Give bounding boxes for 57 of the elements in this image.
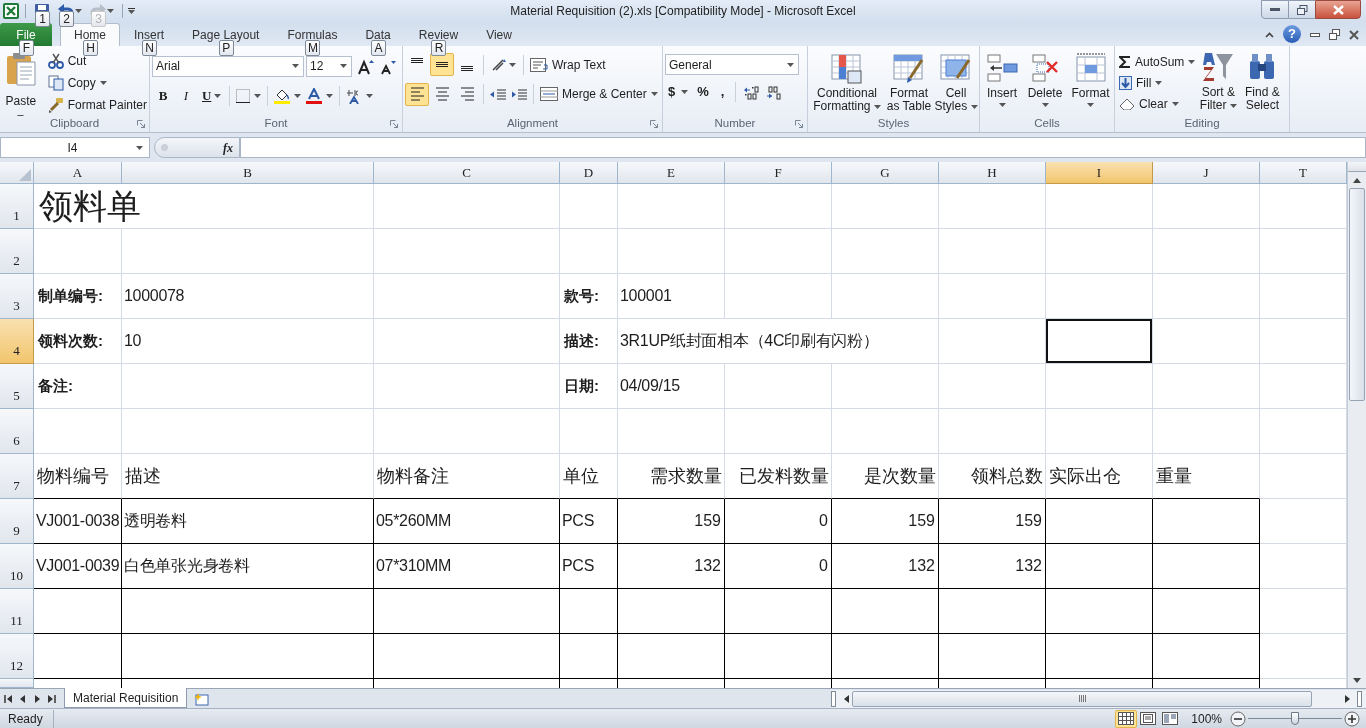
- keytip-tooltip: H: [83, 40, 98, 56]
- keytip-tooltip: 3: [91, 11, 106, 27]
- sheet-title: 领料单: [39, 186, 141, 227]
- cell-value: 10: [124, 331, 142, 351]
- cell-value: 159: [694, 511, 721, 531]
- keytip-tooltip: N: [142, 40, 157, 56]
- column-heading: 单位: [563, 464, 599, 488]
- column-heading: 重量: [1156, 464, 1192, 488]
- cell-value: VJ001-0038: [36, 511, 120, 531]
- group-label: Editing: [1184, 116, 1220, 132]
- group-label: Styles: [877, 116, 910, 132]
- keytip-tooltip: P: [218, 40, 234, 56]
- field-label: 款号:: [564, 285, 599, 306]
- cell-value: PCS: [562, 511, 594, 531]
- keytip-tooltip: A: [371, 40, 387, 56]
- field-label: 描述:: [564, 330, 599, 351]
- cell-value: 159: [908, 511, 935, 531]
- cell-value: 132: [1015, 556, 1042, 576]
- cell-value: 0: [819, 511, 828, 531]
- cell-value: 132: [694, 556, 721, 576]
- column-heading: 实际出仓: [1049, 464, 1121, 488]
- cell-value: 159: [1015, 511, 1042, 531]
- column-heading: 领料总数: [971, 464, 1043, 488]
- keytip-tooltip: F: [19, 40, 34, 56]
- keytip-tooltip: R: [431, 40, 447, 56]
- cell-value: 05*260MM: [376, 511, 451, 531]
- window-title: Material Requisition (2).xls [Compatibility Mode] - Microsoft Excel: [510, 3, 856, 20]
- group-label: Alignment: [506, 116, 559, 132]
- column-heading: 是次数量: [864, 464, 936, 488]
- cell-value: 132: [908, 556, 935, 576]
- group-label: Number: [714, 116, 756, 132]
- column-heading: 描述: [125, 464, 161, 488]
- field-label: 制单编号:: [38, 285, 103, 306]
- column-heading: 已发料数量: [739, 464, 829, 488]
- column-heading: 物料备注: [377, 464, 449, 488]
- cell-value: 100001: [620, 286, 672, 306]
- keytip-tooltip: 2: [59, 11, 74, 27]
- keytip-tooltip: M: [305, 40, 321, 56]
- keytip-tooltip: 1: [35, 11, 50, 27]
- field-label: 备注:: [38, 375, 73, 396]
- cell-value: PCS: [562, 556, 594, 576]
- group-label: Font: [264, 116, 288, 132]
- group-label: Cells: [1034, 116, 1060, 132]
- cell-value: 3R1UP纸封面相本（4C印刷有闪粉）: [620, 331, 879, 351]
- cell-value: 07*310MM: [376, 556, 451, 576]
- cell-value: 1000078: [124, 286, 185, 306]
- cell-value: VJ001-0039: [36, 556, 120, 576]
- cell-value: 透明卷料: [124, 511, 187, 531]
- field-label: 日期:: [564, 375, 599, 396]
- cell-value: 0: [819, 556, 828, 576]
- cell-value: 白色单张光身卷料: [124, 556, 250, 576]
- column-heading: 需求数量: [650, 464, 722, 488]
- cell-value: 04/09/15: [620, 376, 680, 396]
- status-text: Ready: [0, 709, 54, 728]
- column-heading: 物料编号: [37, 464, 109, 488]
- field-label: 领料次数:: [38, 330, 103, 351]
- group-label: Clipboard: [49, 116, 100, 132]
